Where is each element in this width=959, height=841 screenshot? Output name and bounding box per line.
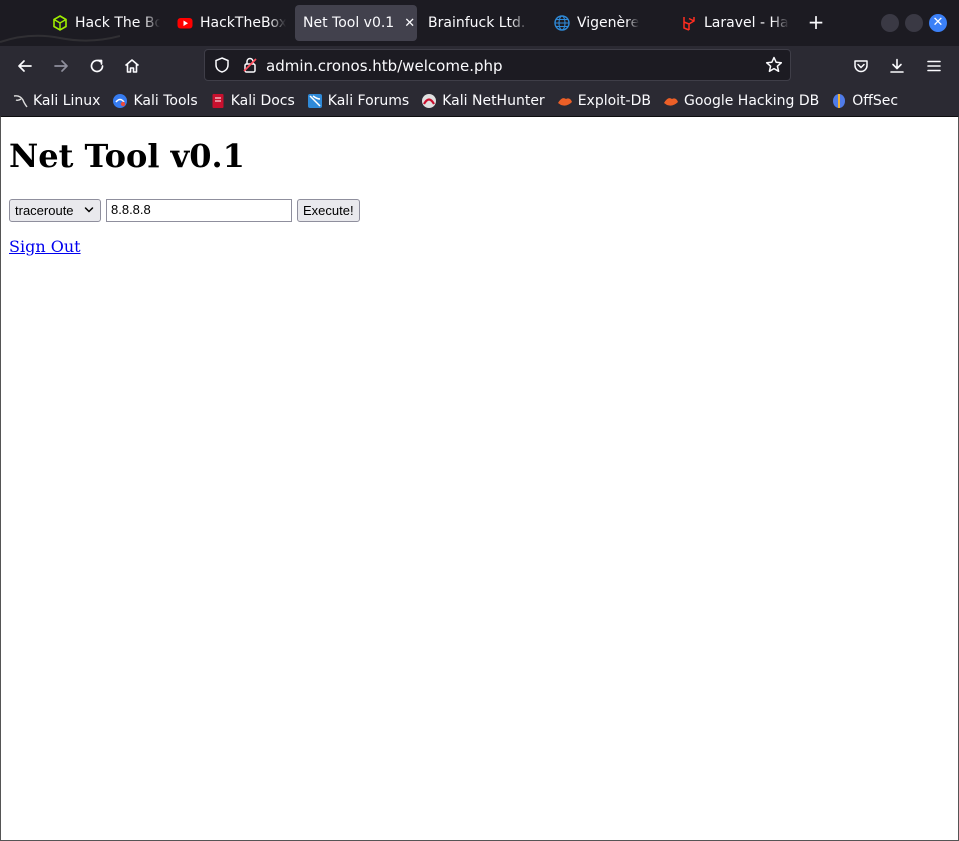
bookmark-kali-docs[interactable]: Kali Docs bbox=[210, 93, 295, 109]
ghdb-icon bbox=[663, 93, 679, 109]
forward-button[interactable] bbox=[49, 54, 73, 78]
kali-forums-icon bbox=[307, 93, 323, 109]
back-button[interactable] bbox=[13, 54, 37, 78]
page-content: Net Tool v0.1 traceroute 8.8.8.8 Execute… bbox=[0, 116, 959, 841]
arrow-right-icon bbox=[54, 60, 68, 72]
reload-button[interactable] bbox=[85, 54, 109, 78]
bookmark-google-hacking-db[interactable]: Google Hacking DB bbox=[663, 93, 819, 109]
home-icon bbox=[124, 59, 140, 73]
bookmarks-toolbar: Kali Linux Kali Tools Kali Docs Kali For… bbox=[0, 86, 959, 116]
arrow-left-icon bbox=[18, 60, 32, 72]
close-window-button[interactable]: ✕ bbox=[929, 14, 947, 32]
kali-dragon-icon bbox=[12, 93, 28, 109]
kali-tools-icon bbox=[112, 93, 128, 109]
tab-hackthebox-youtube[interactable]: HackTheBox bbox=[170, 5, 286, 41]
bookmark-kali-tools[interactable]: Kali Tools bbox=[112, 93, 198, 109]
bookmark-kali-nethunter[interactable]: Kali NetHunter bbox=[421, 93, 545, 109]
execute-button[interactable]: Execute! bbox=[297, 199, 360, 222]
command-form: traceroute 8.8.8.8 Execute! bbox=[9, 199, 360, 222]
new-tab-button[interactable]: + bbox=[806, 12, 826, 34]
offsec-icon bbox=[831, 93, 847, 109]
exploit-db-icon bbox=[557, 93, 573, 109]
bookmark-kali-forums[interactable]: Kali Forums bbox=[307, 93, 409, 109]
url-bar[interactable]: admin.cronos.htb/welcome.php bbox=[204, 49, 791, 81]
nethunter-icon bbox=[421, 93, 437, 109]
bookmark-offsec[interactable]: OffSec bbox=[831, 93, 898, 109]
insecure-lock-icon[interactable] bbox=[241, 56, 259, 74]
command-select[interactable]: traceroute bbox=[9, 199, 101, 222]
laravel-icon bbox=[681, 15, 697, 31]
tab-net-tool[interactable]: Net Tool v0.1 ✕ bbox=[295, 5, 417, 41]
menu-button[interactable] bbox=[922, 54, 946, 78]
bookmark-exploit-db[interactable]: Exploit-DB bbox=[557, 93, 651, 109]
globe-icon bbox=[554, 15, 570, 31]
tracking-shield-icon[interactable] bbox=[213, 56, 231, 74]
url-text[interactable]: admin.cronos.htb/welcome.php bbox=[266, 57, 503, 75]
youtube-icon bbox=[177, 15, 193, 31]
bookmark-star-icon[interactable] bbox=[764, 55, 784, 75]
tab-hack-the-box[interactable]: Hack The Box bbox=[44, 5, 160, 41]
close-tab-icon[interactable]: ✕ bbox=[404, 16, 415, 31]
htb-cube-icon bbox=[52, 15, 68, 31]
kali-docs-icon bbox=[210, 93, 226, 109]
downloads-button[interactable] bbox=[885, 54, 909, 78]
pocket-icon bbox=[854, 60, 868, 73]
reload-icon bbox=[90, 59, 104, 73]
host-input[interactable]: 8.8.8.8 bbox=[106, 199, 292, 222]
navigation-toolbar: admin.cronos.htb/welcome.php bbox=[0, 46, 959, 86]
pocket-button[interactable] bbox=[849, 54, 873, 78]
sign-out-link[interactable]: Sign Out bbox=[9, 237, 81, 256]
chevron-down-icon bbox=[84, 207, 94, 213]
hamburger-menu-icon bbox=[927, 60, 941, 72]
home-button[interactable] bbox=[120, 54, 144, 78]
maximize-button[interactable] bbox=[905, 14, 923, 32]
tab-laravel[interactable]: Laravel - Hac bbox=[673, 5, 789, 41]
command-select-value: traceroute bbox=[15, 203, 74, 218]
tab-brainfuck[interactable]: Brainfuck Ltd. – bbox=[420, 5, 530, 41]
tab-vigenere[interactable]: Vigenère bbox=[546, 5, 662, 41]
download-icon bbox=[890, 58, 904, 73]
page-title: Net Tool v0.1 bbox=[9, 137, 245, 175]
minimize-button[interactable] bbox=[881, 14, 899, 32]
tab-strip: Hack The Box HackTheBox Net Tool v0.1 ✕ … bbox=[0, 0, 959, 46]
bookmark-kali-linux[interactable]: Kali Linux bbox=[12, 93, 100, 109]
